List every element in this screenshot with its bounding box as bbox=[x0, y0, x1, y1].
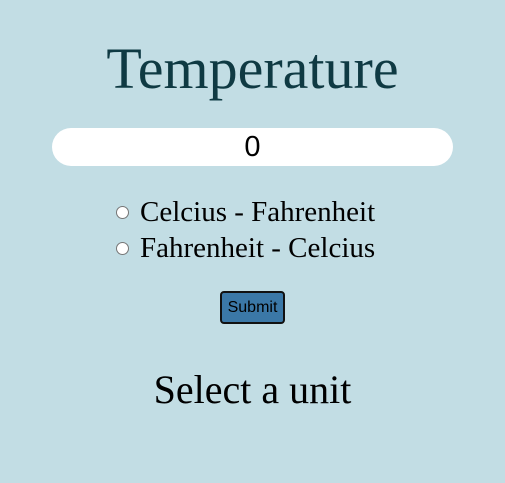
unit-options: Celcius - Fahrenheit Fahrenheit - Celciu… bbox=[116, 194, 436, 266]
celcius-to-fahrenheit-radio[interactable] bbox=[116, 205, 129, 219]
result-text: Select a unit bbox=[153, 367, 352, 412]
option-celcius-to-fahrenheit[interactable]: Celcius - Fahrenheit bbox=[116, 194, 436, 230]
submit-button[interactable]: Submit bbox=[220, 291, 285, 324]
page-title: Temperature bbox=[106, 36, 399, 101]
celcius-to-fahrenheit-label: Celcius - Fahrenheit bbox=[140, 195, 376, 228]
fahrenheit-to-celcius-radio[interactable] bbox=[116, 241, 129, 255]
temperature-input[interactable] bbox=[52, 128, 453, 166]
fahrenheit-to-celcius-label: Fahrenheit - Celcius bbox=[140, 231, 376, 264]
option-fahrenheit-to-celcius[interactable]: Fahrenheit - Celcius bbox=[116, 230, 436, 266]
